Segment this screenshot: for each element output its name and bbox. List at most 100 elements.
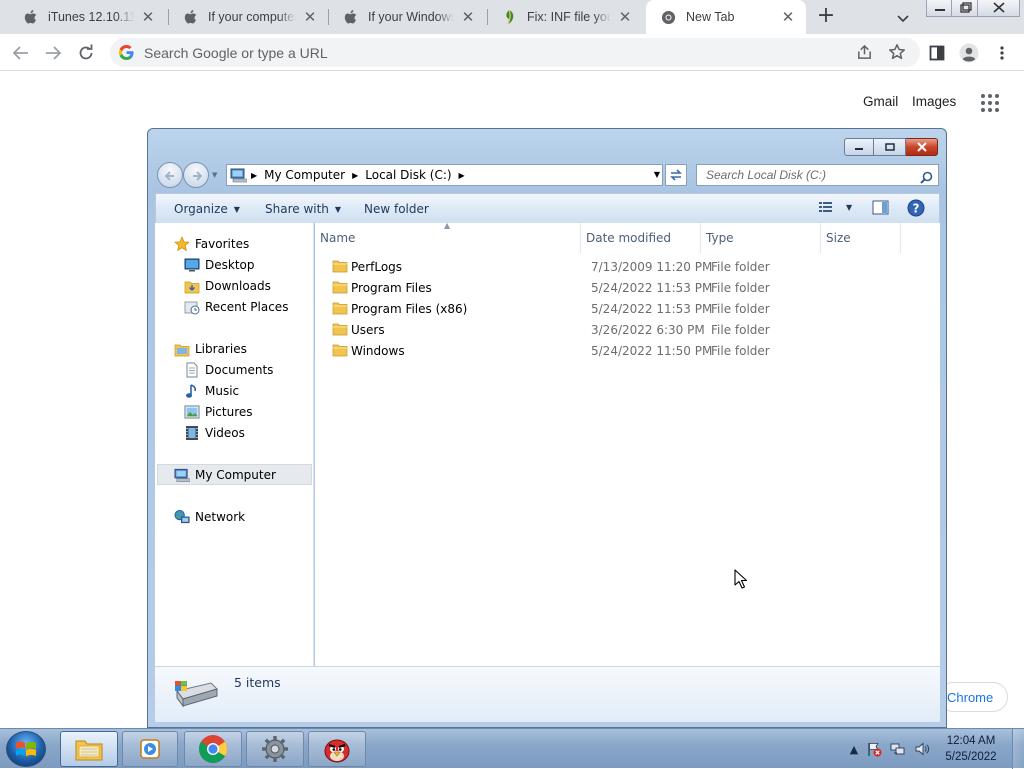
back-arrow-icon[interactable] (10, 42, 32, 64)
close-icon[interactable]: ✕ (617, 9, 633, 26)
start-button[interactable] (6, 731, 46, 767)
nav-videos[interactable]: Videos (184, 423, 245, 443)
explorer-search-input[interactable] (704, 167, 909, 183)
libraries-icon (174, 341, 190, 357)
change-view-button[interactable]: ▼ (818, 200, 852, 214)
share-with-button[interactable]: Share with ▼ (265, 202, 341, 216)
taskbar-chrome-button[interactable] (184, 731, 242, 767)
chrome-tabstrip: iTunes 12.10.11 for Windows ✕ If your co… (0, 0, 1024, 34)
chrome-menu-icon[interactable] (991, 42, 1013, 64)
address-bar[interactable]: ▶ My Computer ▶ Local Disk (C:) ▶ ▼ (226, 164, 663, 186)
folder-icon (332, 302, 348, 315)
navigation-pane: Favorites Desktop Downloads Recent Place… (155, 223, 314, 666)
close-icon[interactable]: ✕ (460, 9, 476, 26)
profile-avatar-icon[interactable] (958, 42, 980, 64)
nav-libraries[interactable]: Libraries (174, 339, 247, 359)
explorer-back-button[interactable] (157, 162, 183, 188)
file-row-perflogs[interactable]: PerfLogs 7/13/2009 11:20 PM File folder (320, 257, 920, 278)
svg-text:?: ? (913, 202, 920, 216)
close-window-button[interactable] (977, 0, 1020, 17)
file-name: Program Files (351, 281, 432, 295)
column-header-type[interactable]: Type (701, 223, 821, 253)
nav-my-computer[interactable]: My Computer (174, 465, 276, 485)
show-desktop-button[interactable] (1012, 729, 1024, 769)
breadcrumb-my-computer[interactable]: My Computer (264, 168, 345, 182)
media-player-icon (140, 739, 160, 759)
taskbar-clock[interactable]: 12:04 AM 5/25/2022 (936, 733, 1006, 765)
explorer-minimize-button[interactable] (844, 138, 874, 156)
new-folder-button[interactable]: New folder (364, 202, 429, 216)
taskbar-explorer-button[interactable] (60, 731, 118, 767)
explorer-restore-button[interactable] (874, 138, 906, 156)
explorer-close-button[interactable] (906, 138, 938, 156)
taskbar-angry-birds-button[interactable] (308, 731, 366, 767)
restore-window-button[interactable] (951, 0, 978, 17)
tab-itunes[interactable]: iTunes 12.10.11 for Windows ✕ (8, 0, 166, 34)
documents-icon (184, 362, 200, 378)
share-icon[interactable] (856, 44, 873, 65)
minimize-window-button[interactable] (926, 0, 952, 17)
preview-pane-icon (872, 200, 889, 215)
google-apps-icon[interactable] (981, 94, 999, 112)
file-row-program-files[interactable]: Program Files 5/24/2022 11:53 PM File fo… (320, 278, 920, 299)
apple-icon (182, 9, 198, 25)
show-hidden-icons-chevron-icon[interactable]: ▲ (846, 741, 862, 757)
nav-favorites[interactable]: Favorites (174, 234, 249, 254)
breadcrumb-local-disk[interactable]: Local Disk (C:) (365, 168, 451, 182)
column-label: Size (826, 231, 851, 245)
tab-fix-inf[interactable]: Fix: INF file you selected ✕ (487, 0, 643, 34)
close-icon[interactable]: ✕ (780, 9, 796, 26)
breadcrumb-arrow-icon[interactable]: ▶ (352, 171, 358, 180)
file-name: Program Files (x86) (351, 302, 468, 316)
close-icon[interactable]: ✕ (302, 9, 318, 26)
address-history-chevron-icon[interactable]: ▼ (654, 170, 660, 179)
side-panel-icon[interactable] (926, 42, 948, 64)
images-link[interactable]: Images (912, 94, 956, 109)
recent-pages-chevron-icon[interactable]: ▼ (212, 171, 217, 179)
network-status-icon[interactable] (890, 741, 906, 757)
tab-search-chevron-icon[interactable] (896, 9, 914, 25)
file-date: 3/26/2022 6:30 PM (591, 323, 705, 337)
help-button[interactable]: ? (907, 199, 925, 217)
nav-network[interactable]: Network (174, 507, 245, 527)
nav-documents[interactable]: Documents (184, 360, 273, 380)
explorer-forward-button[interactable] (183, 162, 209, 188)
taskbar-media-player-button[interactable] (122, 731, 178, 767)
explorer-search-box[interactable] (696, 164, 939, 186)
leaf-icon (501, 9, 517, 25)
taskbar-settings-button[interactable] (246, 731, 304, 767)
nav-desktop[interactable]: Desktop (184, 255, 255, 275)
nav-pictures[interactable]: Pictures (184, 402, 253, 422)
nav-downloads[interactable]: Downloads (184, 276, 271, 296)
breadcrumb-arrow-icon[interactable]: ▶ (251, 171, 257, 180)
forward-arrow-icon[interactable] (42, 42, 64, 64)
file-row-windows[interactable]: Windows 5/24/2022 11:50 PM File folder (320, 341, 920, 362)
column-header-size[interactable]: Size (821, 223, 901, 253)
file-row-users[interactable]: Users 3/26/2022 6:30 PM File folder (320, 320, 920, 341)
customize-chrome-button[interactable]: Chrome (938, 682, 1008, 712)
bookmark-star-icon[interactable] (888, 43, 906, 65)
share-with-label: Share with (265, 202, 329, 216)
file-type: File folder (711, 281, 770, 295)
preview-pane-button[interactable] (872, 200, 889, 215)
tab-computer-recognize[interactable]: If your computer doesn't recognize ✕ (168, 0, 328, 34)
refresh-button[interactable] (665, 164, 687, 186)
nav-music[interactable]: Music (184, 381, 239, 401)
reload-icon[interactable] (75, 42, 97, 64)
new-tab-button[interactable]: + (814, 5, 838, 28)
omnibox[interactable] (110, 38, 920, 67)
nav-recent-places[interactable]: Recent Places (184, 297, 288, 317)
omnibox-input[interactable] (142, 42, 842, 63)
gmail-link[interactable]: Gmail (863, 94, 898, 109)
close-icon[interactable]: ✕ (140, 9, 156, 26)
file-row-program-files-x86[interactable]: Program Files (x86) 5/24/2022 11:53 PM F… (320, 299, 920, 320)
tab-windows-pc[interactable]: If your Windows PC doesn't ✕ (328, 0, 486, 34)
volume-speaker-icon[interactable] (914, 741, 930, 757)
organize-button[interactable]: Organize ▼ (174, 202, 240, 216)
column-header-date-modified[interactable]: Date modified (581, 223, 701, 253)
tab-new-tab[interactable]: New Tab ✕ (646, 0, 806, 34)
explorer-command-bar: Organize ▼ Share with ▼ New folder ▼ ? (155, 193, 940, 223)
search-icon[interactable] (920, 169, 933, 188)
action-center-flag-icon[interactable] (866, 741, 882, 757)
breadcrumb-arrow-icon[interactable]: ▶ (459, 171, 465, 180)
